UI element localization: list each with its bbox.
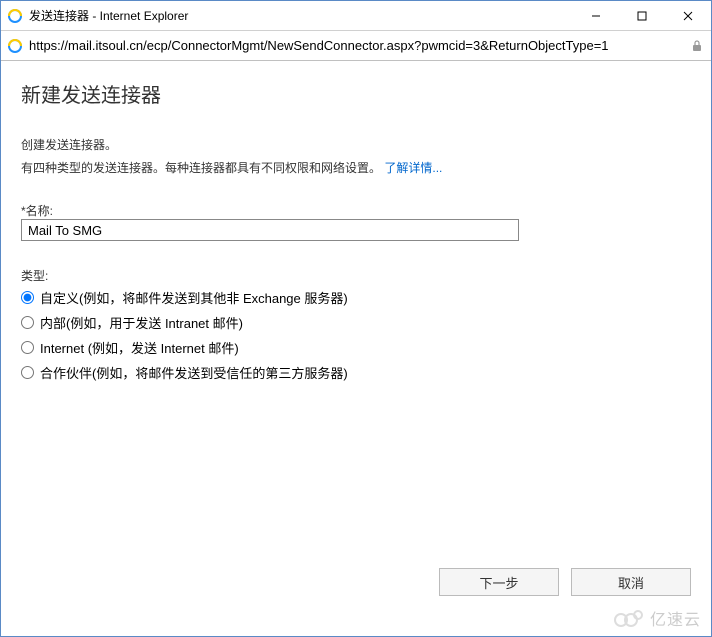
type-radio-group: 自定义(例如，将邮件发送到其他非 Exchange 服务器) 内部(例如，用于发… <box>21 288 691 382</box>
radio-custom-label: 自定义(例如，将邮件发送到其他非 Exchange 服务器) <box>40 288 348 307</box>
intro-line-1: 创建发送连接器。 <box>21 136 691 153</box>
learn-more-link[interactable]: 了解详情... <box>384 161 442 175</box>
radio-internal[interactable]: 内部(例如，用于发送 Intranet 邮件) <box>21 313 691 332</box>
radio-partner-label: 合作伙伴(例如，将邮件发送到受信任的第三方服务器) <box>40 363 348 382</box>
radio-internet-input[interactable] <box>21 341 34 354</box>
name-input[interactable] <box>21 219 519 241</box>
next-button[interactable]: 下一步 <box>439 568 559 596</box>
watermark-logo-icon <box>612 608 646 628</box>
close-button[interactable] <box>665 1 711 31</box>
radio-custom[interactable]: 自定义(例如，将邮件发送到其他非 Exchange 服务器) <box>21 288 691 307</box>
maximize-button[interactable] <box>619 1 665 31</box>
cancel-button[interactable]: 取消 <box>571 568 691 596</box>
type-label: 类型: <box>21 269 48 283</box>
watermark: 亿速云 <box>612 606 701 630</box>
intro-text-2: 有四种类型的发送连接器。每种连接器都具有不同权限和网络设置。 <box>21 161 381 175</box>
radio-internal-input[interactable] <box>21 316 34 329</box>
radio-internet[interactable]: Internet (例如，发送 Internet 邮件) <box>21 338 691 357</box>
name-label: *名称: <box>21 204 53 218</box>
content-area: 新建发送连接器 创建发送连接器。 有四种类型的发送连接器。每种连接器都具有不同权… <box>1 61 711 636</box>
radio-internet-label: Internet (例如，发送 Internet 邮件) <box>40 338 239 357</box>
titlebar: 发送连接器 - Internet Explorer <box>1 1 711 31</box>
intro-line-2: 有四种类型的发送连接器。每种连接器都具有不同权限和网络设置。 了解详情... <box>21 159 691 176</box>
window-controls <box>573 1 711 31</box>
window-title: 发送连接器 - Internet Explorer <box>29 7 188 24</box>
address-bar: https://mail.itsoul.cn/ecp/ConnectorMgmt… <box>1 31 711 61</box>
radio-partner-input[interactable] <box>21 366 34 379</box>
minimize-button[interactable] <box>573 1 619 31</box>
footer-buttons: 下一步 取消 <box>439 568 691 596</box>
ie-icon <box>7 8 23 24</box>
lock-icon <box>689 38 705 54</box>
page-title: 新建发送连接器 <box>21 79 691 108</box>
radio-partner[interactable]: 合作伙伴(例如，将邮件发送到受信任的第三方服务器) <box>21 363 691 382</box>
watermark-text: 亿速云 <box>650 606 701 630</box>
radio-custom-input[interactable] <box>21 291 34 304</box>
radio-internal-label: 内部(例如，用于发送 Intranet 邮件) <box>40 313 243 332</box>
url-text[interactable]: https://mail.itsoul.cn/ecp/ConnectorMgmt… <box>29 38 689 53</box>
ie-icon <box>7 38 23 54</box>
